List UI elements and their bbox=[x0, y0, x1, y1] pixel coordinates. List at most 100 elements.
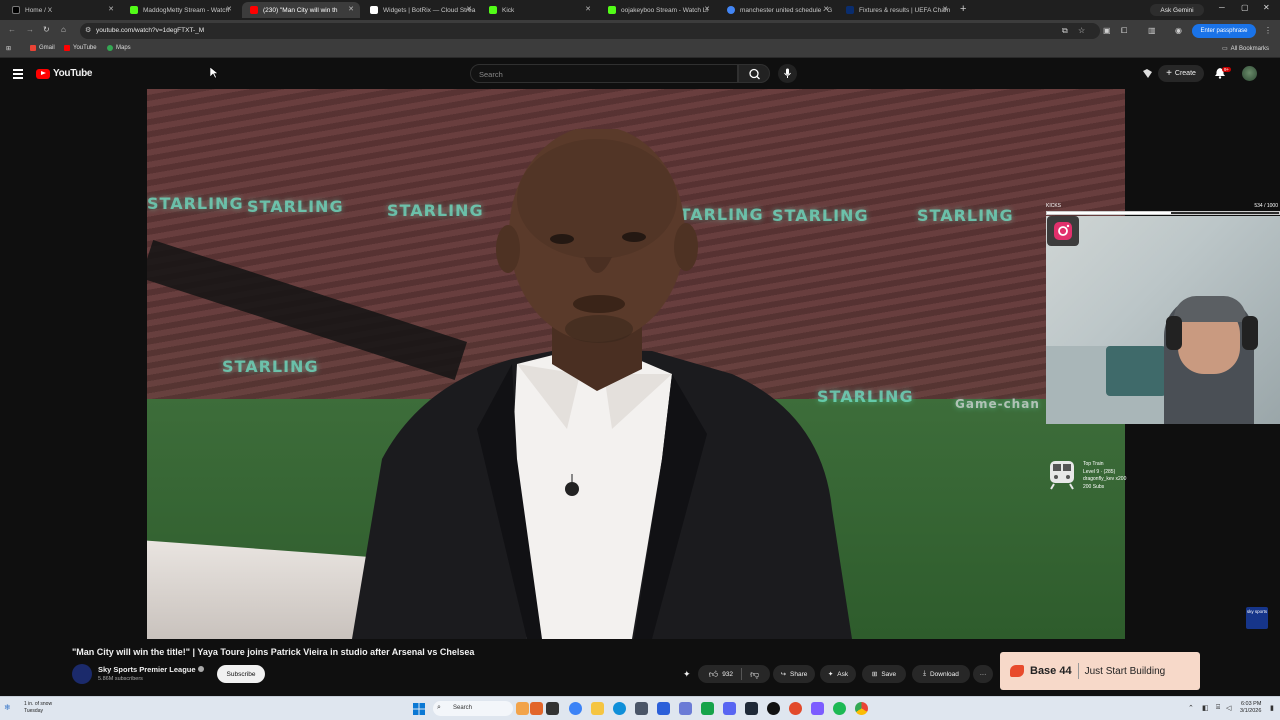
youtube-logo[interactable]: YouTube bbox=[36, 68, 93, 79]
voice-search-button[interactable] bbox=[778, 64, 797, 83]
people-icon[interactable] bbox=[530, 702, 543, 715]
browser-tab[interactable]: MaddogMetty Stream - Watch ✕ bbox=[122, 2, 238, 18]
browser-tab[interactable]: manchester united schedule - G ✕ bbox=[719, 2, 835, 18]
bookmark-youtube[interactable]: YouTube bbox=[64, 45, 97, 51]
download-button[interactable]: ⤓ Download bbox=[912, 665, 970, 683]
obs-icon[interactable] bbox=[767, 702, 780, 715]
thumbs-down-icon[interactable]: 👎︎ bbox=[750, 669, 759, 680]
search-input[interactable]: Search bbox=[470, 64, 738, 83]
side-panel-icon[interactable]: ▥ bbox=[1148, 26, 1156, 35]
app-icon[interactable] bbox=[811, 702, 824, 715]
subscribe-button[interactable]: Subscribe bbox=[217, 665, 265, 683]
windows-start-icon[interactable] bbox=[413, 703, 425, 715]
discord-icon[interactable] bbox=[723, 702, 736, 715]
volume-icon[interactable]: ◁ bbox=[1226, 704, 1231, 712]
ad-board-text: STARLING bbox=[222, 357, 319, 376]
close-window-icon[interactable]: ✕ bbox=[1263, 3, 1270, 12]
profile-icon[interactable]: ◉ bbox=[1175, 26, 1182, 35]
spotify-icon[interactable] bbox=[833, 702, 846, 715]
channel-avatar[interactable] bbox=[72, 664, 92, 684]
close-icon[interactable]: ✕ bbox=[942, 5, 948, 13]
xbox-icon[interactable] bbox=[701, 702, 714, 715]
search-button[interactable] bbox=[738, 64, 770, 83]
verified-icon bbox=[198, 666, 204, 672]
download-icon: ⤓ bbox=[923, 670, 926, 677]
instagram-icon bbox=[1047, 216, 1079, 246]
chrome-icon[interactable] bbox=[855, 702, 868, 715]
notification-center-icon[interactable]: ▮ bbox=[1270, 704, 1274, 712]
back-icon[interactable]: ← bbox=[8, 25, 16, 34]
ask-gemini-button[interactable]: Ask Gemini bbox=[1150, 4, 1204, 16]
share-icon: ↪ bbox=[780, 671, 787, 678]
taskbar-search[interactable]: Search bbox=[433, 701, 513, 716]
browser-tab[interactable]: Widgets | BotRix — Cloud Strea ✕ bbox=[362, 2, 478, 18]
cast-icon[interactable] bbox=[1142, 68, 1153, 79]
app-icon[interactable] bbox=[679, 702, 692, 715]
task-view-icon[interactable] bbox=[546, 702, 559, 715]
enter-passphrase-button[interactable]: Enter passphrase bbox=[1192, 24, 1256, 38]
browser-tab[interactable]: Fixtures & results | UEFA Cham ✕ bbox=[838, 2, 954, 18]
minimize-icon[interactable]: ─ bbox=[1219, 3, 1225, 12]
channel-name[interactable]: Sky Sports Premier League bbox=[98, 665, 196, 674]
browser-tab[interactable]: Home / X ✕ bbox=[4, 2, 120, 18]
omnibox[interactable]: ⚙ youtube.com/watch?v=1degFTXT-_M bbox=[80, 23, 1100, 39]
tray-app-icon[interactable]: ◧ bbox=[1202, 704, 1209, 712]
close-icon[interactable]: ✕ bbox=[226, 5, 232, 13]
tray-overflow-icon[interactable]: ⌃ bbox=[1188, 704, 1194, 712]
ad-banner[interactable]: Base 44 Just Start Building bbox=[1000, 652, 1200, 690]
reload-icon[interactable]: ↻ bbox=[43, 25, 50, 34]
bookmark-star-icon[interactable]: ☆ bbox=[1078, 26, 1085, 35]
terminal-icon[interactable] bbox=[745, 702, 758, 715]
more-actions-button[interactable]: ··· bbox=[973, 665, 993, 683]
bookmark-maps[interactable]: Maps bbox=[107, 45, 131, 51]
system-clock[interactable]: 6:03 PM 3/1/2026 bbox=[1240, 701, 1261, 715]
google-icon bbox=[727, 6, 735, 14]
bookmark-gmail[interactable]: Gmail bbox=[30, 45, 55, 51]
apps-icon[interactable]: ⊞ bbox=[6, 45, 11, 52]
site-info-icon[interactable]: ⚙ bbox=[85, 26, 91, 34]
snow-weather-icon[interactable]: ❄ bbox=[4, 703, 11, 712]
extension-icon[interactable]: ▣ bbox=[1103, 26, 1111, 35]
sparkle-icon[interactable]: ✦ bbox=[683, 669, 691, 680]
close-icon[interactable]: ✕ bbox=[823, 5, 829, 13]
home-icon[interactable]: ⌂ bbox=[61, 25, 66, 34]
tab-label: Fixtures & results | UEFA Cham bbox=[859, 6, 951, 14]
mail-icon[interactable] bbox=[657, 702, 670, 715]
close-icon[interactable]: ✕ bbox=[704, 5, 710, 13]
copilot-icon[interactable] bbox=[569, 702, 582, 715]
new-tab-button[interactable]: + bbox=[960, 3, 966, 15]
close-icon[interactable]: ✕ bbox=[348, 5, 354, 13]
create-button[interactable]: + Create bbox=[1158, 65, 1204, 82]
browser-tab[interactable]: Kick ✕ bbox=[481, 2, 597, 18]
top-train-subs: 200 Subs bbox=[1083, 483, 1105, 490]
store-icon[interactable] bbox=[635, 702, 648, 715]
close-icon[interactable]: ✕ bbox=[585, 5, 591, 13]
forward-icon[interactable]: → bbox=[26, 25, 34, 34]
file-explorer-icon[interactable] bbox=[591, 702, 604, 715]
firefox-icon[interactable] bbox=[789, 702, 802, 715]
menu-dots-icon[interactable]: ⋮ bbox=[1264, 26, 1272, 35]
close-icon[interactable]: ✕ bbox=[466, 5, 472, 13]
like-count[interactable]: 932 bbox=[722, 671, 733, 678]
install-icon[interactable]: ⧉ bbox=[1062, 26, 1068, 36]
share-button[interactable]: ↪ Share bbox=[773, 665, 815, 683]
all-bookmarks[interactable]: ▭ All Bookmarks bbox=[1222, 45, 1269, 53]
thumbs-up-icon[interactable]: 👍︎ bbox=[709, 669, 718, 680]
save-button[interactable]: ⊞ Save bbox=[862, 665, 906, 683]
youtube-header: YouTube Search + Create 9+ bbox=[0, 60, 1280, 88]
maximize-icon[interactable]: ▢ bbox=[1241, 3, 1249, 12]
puzzle-icon[interactable]: ⧠ bbox=[1121, 26, 1127, 36]
browser-tab[interactable]: oojakeyboo Stream - Watch Li ✕ bbox=[600, 2, 716, 18]
hamburger-menu-icon[interactable] bbox=[13, 69, 23, 81]
network-icon[interactable]: ⌸ bbox=[1216, 704, 1220, 712]
url-text[interactable]: youtube.com/watch?v=1degFTXT-_M bbox=[96, 27, 204, 34]
edge-icon[interactable] bbox=[613, 702, 626, 715]
weather-widget[interactable]: 1 in. of snow Tuesday bbox=[24, 701, 52, 715]
ask-button[interactable]: ✦ Ask bbox=[820, 665, 856, 683]
video-player[interactable]: STARLING STARLING STARLING STARLING STAR… bbox=[147, 89, 1125, 639]
close-icon[interactable]: ✕ bbox=[108, 5, 114, 13]
widgets-icon[interactable] bbox=[516, 702, 529, 715]
bookmark-label: YouTube bbox=[73, 45, 97, 51]
browser-tab-active[interactable]: (230) "Man City will win th ✕ bbox=[242, 2, 360, 18]
account-avatar[interactable] bbox=[1242, 66, 1257, 81]
